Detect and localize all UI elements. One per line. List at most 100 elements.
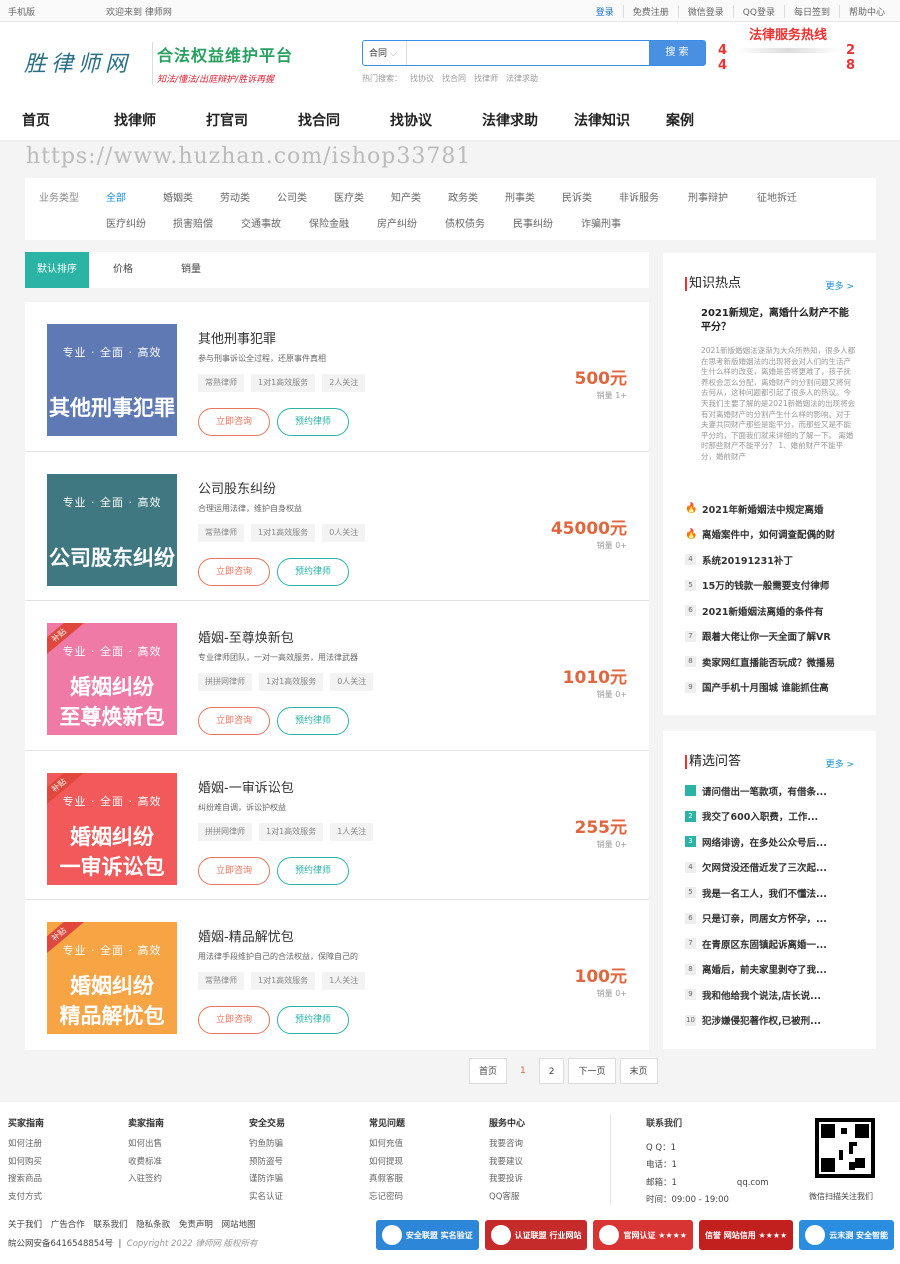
book-lawyer-button[interactable]: 预约律师	[277, 1006, 349, 1035]
filter-option[interactable]: 知产类	[391, 186, 448, 212]
filter-option[interactable]: 保险金融	[309, 212, 377, 238]
search-type-select[interactable]: 合同 ⌵	[363, 41, 407, 65]
hot-search-item[interactable]: 找律师	[474, 73, 498, 84]
consult-button[interactable]: 立即咨询	[198, 707, 270, 736]
nav-home[interactable]: 首页	[22, 100, 114, 140]
nav-legal-knowledge[interactable]: 法律知识	[574, 100, 666, 140]
list-item[interactable]: 专业 · 全面 · 高效 公司股东纠纷 公司股东纠纷 合理运用法律，维护自身权益…	[25, 452, 649, 602]
book-lawyer-button[interactable]: 预约律师	[277, 408, 349, 436]
mobile-link[interactable]: 手机版	[8, 5, 35, 18]
footer-link[interactable]: 实名认证	[249, 1189, 349, 1207]
book-lawyer-button[interactable]: 预约律师	[277, 557, 349, 586]
service-thumbnail[interactable]: 专业 · 全面 · 高效 公司股东纠纷	[47, 473, 177, 586]
list-item[interactable]: 10 犯涉嫌侵犯著作权,已被刑...	[685, 1008, 865, 1034]
footer-link[interactable]: 钓鱼防骗	[249, 1136, 349, 1154]
filter-option[interactable]: 婚姻类	[163, 186, 220, 212]
footer-contact-link[interactable]: 联系我们	[93, 1220, 127, 1230]
list-item[interactable]: 9 我和他给我个说法,店长说...	[685, 982, 865, 1008]
footer-link[interactable]: 预防盗号	[249, 1154, 349, 1172]
wechat-login-link[interactable]: 微信登录	[677, 5, 733, 18]
footer-link[interactable]: 搜索商品	[8, 1171, 108, 1189]
list-item[interactable]: 🔥 2021年新婚姻法中规定离婚	[685, 496, 865, 522]
consult-button[interactable]: 立即咨询	[198, 856, 270, 885]
list-item[interactable]: 5 15万的钱款一般需要支付律师	[685, 573, 865, 599]
knowledge-more-link[interactable]: 更多 >	[826, 279, 854, 292]
service-title[interactable]: 婚姻-精品解忧包	[198, 926, 294, 945]
help-link[interactable]: 帮助中心	[838, 5, 894, 18]
footer-link[interactable]: 如何购买	[8, 1154, 108, 1172]
list-item[interactable]: 7 在青原区东固镇起诉离婚一...	[685, 931, 865, 957]
nav-cases[interactable]: 案例	[666, 100, 758, 140]
nav-contract[interactable]: 找合同	[298, 100, 390, 140]
footer-link[interactable]: 忘记密码	[369, 1189, 469, 1207]
sort-price[interactable]: 价格	[89, 252, 157, 288]
search-input[interactable]	[407, 41, 649, 65]
footer-link[interactable]: 谨防诈骗	[249, 1171, 349, 1189]
checkin-link[interactable]: 每日签到	[783, 5, 839, 18]
qa-more-link[interactable]: 更多 >	[826, 757, 854, 770]
page-next[interactable]: 下一页	[568, 1058, 616, 1084]
filter-option[interactable]: 劳动类	[220, 186, 277, 212]
list-item[interactable]: 补贴 专业 · 全面 · 高效 婚姻纠纷 精品解忧包 婚姻-精品解忧包 用法律手…	[25, 900, 649, 1050]
service-title[interactable]: 婚姻-至尊焕新包	[198, 627, 294, 646]
list-item[interactable]: 🔥 离婚案件中，如何调查配偶的财	[685, 522, 865, 548]
list-item[interactable]: 补贴 专业 · 全面 · 高效 婚姻纠纷 一审诉讼包 婚姻-一审诉讼包 纠纷难自…	[25, 751, 649, 901]
footer-ad-link[interactable]: 广告合作	[51, 1220, 85, 1230]
official-badge[interactable]: 官网认证 ★★★★	[593, 1220, 693, 1250]
footer-privacy-link[interactable]: 隐私条款	[136, 1220, 170, 1230]
site-logo[interactable]: 胜律师网	[24, 46, 132, 78]
page-current[interactable]: 1	[511, 1058, 535, 1084]
list-item[interactable]: 4 系统20191231补丁	[685, 547, 865, 573]
list-item[interactable]: 专业 · 全面 · 高效 其他刑事犯罪 其他刑事犯罪 参与刑事诉讼全过程，还原事…	[25, 302, 649, 452]
service-title[interactable]: 婚姻-一审诉讼包	[198, 777, 294, 796]
consult-button[interactable]: 立即咨询	[198, 1006, 270, 1035]
filter-option[interactable]: 全部	[106, 186, 163, 212]
footer-disclaimer-link[interactable]: 免责声明	[179, 1220, 213, 1230]
credit-badge[interactable]: 信誉 网站信用 ★★★★	[698, 1220, 794, 1250]
filter-option[interactable]: 医疗纠纷	[106, 212, 173, 238]
filter-option[interactable]: 刑事类	[505, 186, 562, 212]
footer-link[interactable]: 支付方式	[8, 1189, 108, 1207]
login-link[interactable]: 登录	[587, 5, 623, 18]
page-number[interactable]: 2	[538, 1058, 565, 1084]
filter-option[interactable]: 房产纠纷	[377, 212, 445, 238]
footer-link[interactable]: 如何充值	[369, 1136, 469, 1154]
list-item[interactable]: 8 离婚后，前夫家里剥夺了我...	[685, 957, 865, 983]
book-lawyer-button[interactable]: 预约律师	[277, 707, 349, 736]
filter-option[interactable]: 民事纠纷	[513, 212, 581, 238]
filter-option[interactable]: 政务类	[448, 186, 505, 212]
filter-option[interactable]: 债权债务	[445, 212, 513, 238]
service-thumbnail[interactable]: 专业 · 全面 · 高效 其他刑事犯罪	[47, 324, 177, 436]
hot-search-item[interactable]: 找合同	[442, 73, 466, 84]
search-button[interactable]: 搜 索	[649, 41, 705, 65]
footer-sitemap-link[interactable]: 网站地图	[222, 1220, 256, 1230]
list-item[interactable]: 4 欠网贷没还借近发了三次起...	[685, 855, 865, 881]
footer-link[interactable]: 我要投诉	[489, 1171, 589, 1189]
footer-about-link[interactable]: 关于我们	[8, 1220, 42, 1230]
page-last[interactable]: 末页	[619, 1058, 658, 1084]
sort-sales[interactable]: 销量	[157, 252, 225, 288]
page-first[interactable]: 首页	[469, 1058, 508, 1084]
list-item[interactable]: 2 我交了600入职费，工作...	[685, 804, 865, 830]
service-thumbnail[interactable]: 补贴 专业 · 全面 · 高效 婚姻纠纷 一审诉讼包	[47, 772, 177, 885]
list-item[interactable]: 9 国产手机十月围城 谁能抓住高	[685, 675, 865, 701]
list-item[interactable]: 5 我是一名工人，我们不懂法...	[685, 880, 865, 906]
filter-option[interactable]: 交通事故	[241, 212, 309, 238]
list-item[interactable]: 请问借出一笔款项，有借条...	[685, 778, 865, 804]
hot-search-item[interactable]: 找协议	[410, 73, 434, 84]
nav-lawsuit[interactable]: 打官司	[206, 100, 298, 140]
cloud-security-badge[interactable]: 云末测 安全智能	[799, 1220, 894, 1250]
filter-option[interactable]: 损害赔偿	[173, 212, 241, 238]
filter-option[interactable]: 非诉服务	[619, 186, 688, 212]
footer-link[interactable]: 入驻签约	[128, 1171, 228, 1189]
book-lawyer-button[interactable]: 预约律师	[277, 856, 349, 885]
sort-default[interactable]: 默认排序	[25, 252, 89, 288]
filter-option[interactable]: 医疗类	[334, 186, 391, 212]
footer-link[interactable]: 我要咨询	[489, 1136, 589, 1154]
service-title[interactable]: 公司股东纠纷	[198, 478, 276, 497]
consult-button[interactable]: 立即咨询	[198, 557, 270, 586]
footer-link[interactable]: 如何提现	[369, 1154, 469, 1172]
list-item[interactable]: 6 2021新婚姻法离婚的条件有	[685, 598, 865, 624]
list-item[interactable]: 8 卖家网红直播能否玩成？微播易	[685, 649, 865, 675]
featured-article-title[interactable]: 2021新规定，离婚什么财产不能平分？	[701, 307, 857, 335]
